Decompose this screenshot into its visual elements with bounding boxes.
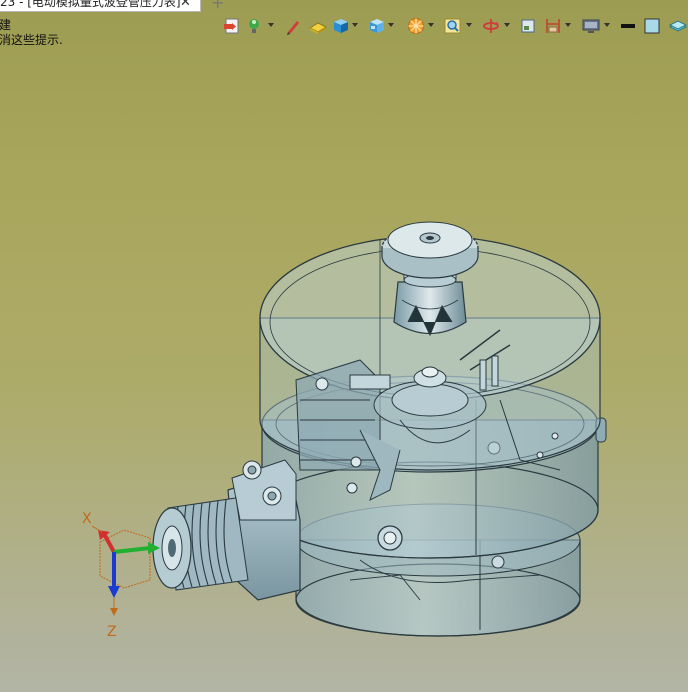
model-viewport[interactable]: X Z xyxy=(0,0,688,692)
threaded-port xyxy=(152,459,301,601)
pressure-gauge-model xyxy=(152,221,607,637)
axis-triad: X Z xyxy=(82,511,160,640)
z-axis-label: Z xyxy=(107,624,117,640)
x-axis-label: X xyxy=(82,511,92,527)
